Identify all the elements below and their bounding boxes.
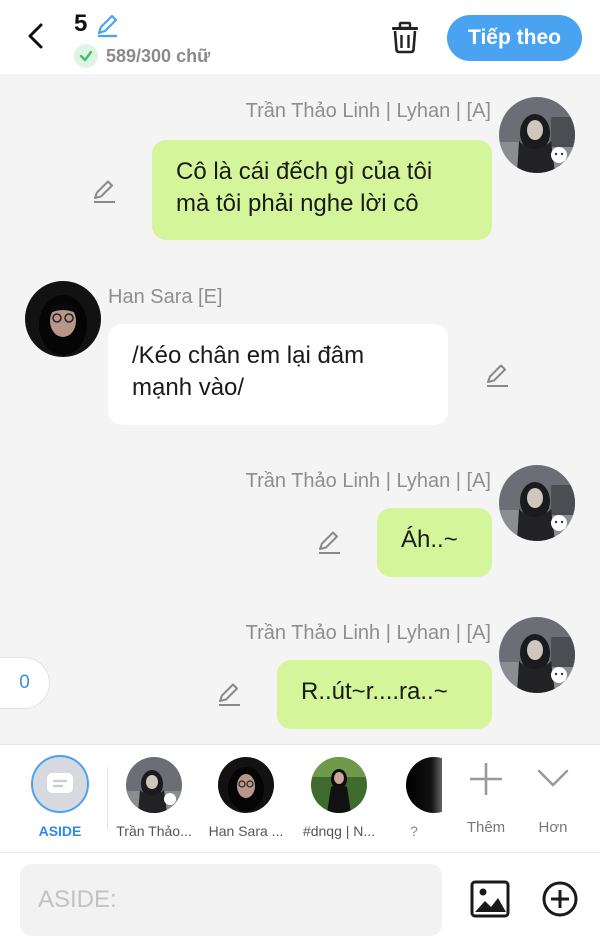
message-bubble[interactable]: R..út~r....ra..~ [277,660,492,729]
message-bubble[interactable]: Áh..~ [377,508,492,577]
aside-label: ASIDE [38,823,82,839]
add-character-button[interactable]: Thêm [456,757,516,837]
character-strip: ASIDE Trần Thảo... Han Sara ... #dnqg | … [0,744,600,852]
aside-character[interactable]: ASIDE [0,745,120,853]
message-bubble[interactable]: Cô là cái đếch gì của tôi mà tôi phải ng… [152,140,492,240]
avatar[interactable] [499,617,575,693]
back-arrow-icon[interactable] [20,20,52,52]
word-count: 589/300 chữ [106,46,211,66]
character-label: Trần Thảo... [116,823,192,839]
input-bar [0,852,600,947]
message-bubble[interactable]: /Kéo chân em lại đâm mạnh vào/ [108,324,448,425]
add-circle-icon[interactable] [540,879,580,919]
aside-input[interactable] [20,864,442,936]
character-item[interactable]: #dnqg | N... [293,755,385,845]
chapter-number: 5 [74,10,88,37]
more-label: Hơn [538,819,568,836]
sender-name: Han Sara [E] [108,286,223,308]
character-item[interactable]: Trần Thảo... [108,755,200,845]
character-item[interactable]: ? [386,755,442,845]
sender-name: Trần Thảo Linh | Lyhan | [A] [245,470,491,492]
trash-icon[interactable] [386,18,424,56]
next-button[interactable]: Tiếp theo [447,15,582,61]
avatar[interactable] [25,281,101,357]
chevron-down-icon [537,769,569,787]
avatar [311,757,367,813]
edit-pencil-icon[interactable] [483,361,511,389]
add-label: Thêm [466,819,506,836]
avatar[interactable] [499,97,575,173]
avatar [126,757,182,813]
edit-pencil-icon[interactable] [90,177,118,205]
avatar[interactable] [499,465,575,541]
check-icon [74,44,98,68]
side-counter-badge[interactable]: 0 [0,657,50,709]
image-icon[interactable] [470,879,510,919]
avatar [406,757,442,813]
aside-icon [31,755,89,813]
edit-pencil-icon[interactable] [315,528,343,556]
character-label: #dnqg | N... [302,823,376,839]
more-button[interactable]: Hơn [523,757,583,837]
avatar [218,757,274,813]
top-bar: 5 589/300 chữ Tiếp theo [0,0,600,74]
sender-name: Trần Thảo Linh | Lyhan | [A] [245,100,491,122]
edit-pencil-icon[interactable] [215,680,243,708]
edit-pencil-icon[interactable] [94,12,120,38]
character-label: ? [410,823,418,839]
character-label: Han Sara ... [208,823,284,839]
sender-name: Trần Thảo Linh | Lyhan | [A] [245,622,491,644]
character-item[interactable]: Han Sara ... [200,755,292,845]
